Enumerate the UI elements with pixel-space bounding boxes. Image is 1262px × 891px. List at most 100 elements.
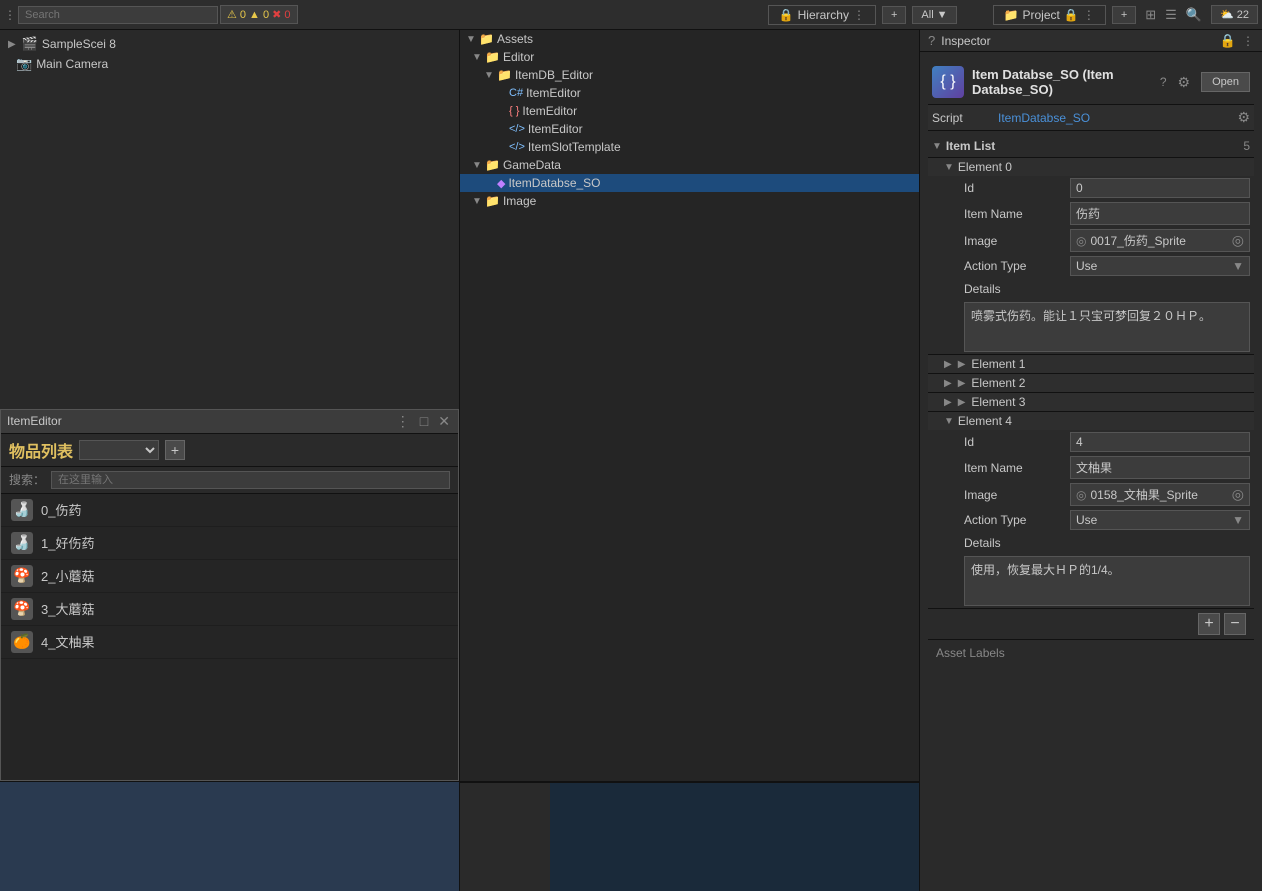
tree-itemdb-editor[interactable]: ▼ 📁 ItemDB_Editor xyxy=(460,66,919,84)
list-item[interactable]: 🍊 4_文柚果 xyxy=(1,626,458,659)
itemdb-folder-icon: 📁 xyxy=(497,68,512,82)
tree-itemeditor-cs3[interactable]: </> ItemEditor xyxy=(460,120,919,138)
editor-label: Editor xyxy=(503,50,534,64)
help-icon: ? xyxy=(928,33,935,48)
asset-title-row: { } Item Databse_SO (Item Databse_SO) ? … xyxy=(928,60,1254,105)
editor-type-dropdown[interactable] xyxy=(79,440,159,460)
element-4-header[interactable]: ▼ Element 4 xyxy=(928,411,1254,430)
hierarchy-tab-dots[interactable]: ⋮ xyxy=(853,8,865,22)
inspector-gear-btn[interactable]: ⚙ xyxy=(1175,74,1194,91)
project-add-btn[interactable]: + xyxy=(1112,6,1136,24)
section-title: Item List xyxy=(946,139,995,153)
element-4-fields: Id 4 Item Name 文柚果 Image ◎ 0158_文柚果_Spri… xyxy=(928,430,1254,606)
element-0-id-row: Id 0 xyxy=(960,176,1254,200)
hierarchy-tab[interactable]: 🔒 Hierarchy ⋮ xyxy=(768,5,876,25)
action-type-label-0: Action Type xyxy=(964,259,1064,273)
asset-labels-section: Asset Labels xyxy=(928,639,1254,666)
details-value-0[interactable]: 喷雾式伤药。能让１只宝可梦回复２０ＨＰ。 xyxy=(964,302,1250,352)
asset-labels-title: Asset Labels xyxy=(936,646,1005,660)
image-field-4: ◎ 0158_文柚果_Sprite ◎ xyxy=(1070,483,1250,506)
tree-gamedata[interactable]: ▼ 📁 GameData xyxy=(460,156,919,174)
itemdb-arrow: ▼ xyxy=(484,70,494,81)
list-item[interactable]: 🍄 3_大蘑菇 xyxy=(1,593,458,626)
element-4-arrow: ▼ xyxy=(944,416,954,427)
error-badge: ⚠ 0 ▲ 0 ✖ 0 xyxy=(220,5,298,24)
inspector-lock-icon[interactable]: 🔒 xyxy=(1220,33,1236,49)
item-name-value-0[interactable]: 伤药 xyxy=(1070,202,1250,225)
element-1-header[interactable]: ▶ ▶ Element 1 xyxy=(928,354,1254,373)
all-dropdown[interactable]: All ▼ xyxy=(912,6,956,24)
tree-image[interactable]: ▼ 📁 Image xyxy=(460,192,919,210)
middle-bottom-right xyxy=(550,783,919,891)
item-4-icon: 🍊 xyxy=(11,631,33,653)
warn-count: ⚠ 0 xyxy=(227,8,246,21)
gamedata-folder-icon: 📁 xyxy=(485,158,500,172)
id-value-4[interactable]: 4 xyxy=(1070,432,1250,452)
item-0-icon: 🍶 xyxy=(11,499,33,521)
image-arrow: ▼ xyxy=(472,196,482,207)
image-field-0: ◎ 0017_伤药_Sprite ◎ xyxy=(1070,229,1250,252)
so-icon: ◆ xyxy=(497,177,505,190)
all-label: All xyxy=(921,9,933,21)
add-element-btn[interactable]: + xyxy=(1198,613,1220,635)
scene-label: SampleScei 8 xyxy=(42,37,116,51)
inspector-help-icon[interactable]: ? xyxy=(1160,75,1167,89)
image-select-btn-4[interactable]: ◎ xyxy=(1232,486,1244,503)
item-list-section-header[interactable]: ▼ Item List 5 xyxy=(928,135,1254,157)
element-2-header[interactable]: ▶ ▶ Element 2 xyxy=(928,373,1254,392)
add-btn[interactable]: + xyxy=(882,6,906,24)
image-target-icon-0: ◎ xyxy=(1076,234,1086,248)
project-list-view-btn[interactable]: ☰ xyxy=(1162,7,1180,23)
details-value-4[interactable]: 使用，恢复最大ＨＰ的1/4。 xyxy=(964,556,1250,606)
tree-itemdatabse-so[interactable]: ◆ ItemDatabse_SO xyxy=(460,174,919,192)
tree-assets[interactable]: ▼ 📁 Assets xyxy=(460,30,919,48)
hierarchy-main-camera[interactable]: 📷 Main Camera xyxy=(0,54,459,74)
image-label-4: Image xyxy=(964,488,1064,502)
action-type-dropdown-0[interactable]: Use ▼ xyxy=(1070,256,1250,276)
window-menu-btn[interactable]: ⋮ xyxy=(394,413,412,430)
tree-itemeditor-cs2[interactable]: { } ItemEditor xyxy=(460,102,919,120)
item-name-value-4[interactable]: 文柚果 xyxy=(1070,456,1250,479)
global-search-input[interactable] xyxy=(18,6,218,24)
script-value[interactable]: ItemDatabse_SO xyxy=(998,111,1231,125)
project-tab-dots[interactable]: ⋮ xyxy=(1083,8,1095,22)
element-4-name-row: Item Name 文柚果 xyxy=(960,454,1254,481)
main-layout: ▶ 🎬 SampleScei 8 📷 Main Camera ItemEdito… xyxy=(0,30,1262,891)
image-label: Image xyxy=(503,194,536,208)
editor-search-input[interactable] xyxy=(51,471,450,489)
list-item[interactable]: 🍶 1_好伤药 xyxy=(1,527,458,560)
image-select-btn-0[interactable]: ◎ xyxy=(1232,232,1244,249)
window-close-btn[interactable]: ✕ xyxy=(436,413,452,430)
menu-dots[interactable]: ⋮ xyxy=(4,8,16,22)
image-value-0: 0017_伤药_Sprite xyxy=(1090,232,1227,249)
tree-itemeditor-cs1[interactable]: C# ItemEditor xyxy=(460,84,919,102)
element-4-image-row: Image ◎ 0158_文柚果_Sprite ◎ xyxy=(960,481,1254,508)
cs3-icon: </> xyxy=(509,123,525,135)
open-btn[interactable]: Open xyxy=(1201,72,1250,92)
tree-editor[interactable]: ▼ 📁 Editor xyxy=(460,48,919,66)
project-tab[interactable]: 📁 Project 🔒 ⋮ xyxy=(993,5,1106,25)
editor-add-item-btn[interactable]: + xyxy=(165,440,185,460)
item-0-label: 0_伤药 xyxy=(41,500,81,519)
scene-area xyxy=(0,781,459,891)
tree-itemslot[interactable]: </> ItemSlotTemplate xyxy=(460,138,919,156)
assets-label: Assets xyxy=(497,32,533,46)
inspector-dots-icon[interactable]: ⋮ xyxy=(1242,34,1254,48)
project-icon-view-btn[interactable]: ⊞ xyxy=(1142,7,1159,23)
cs1-label: ItemEditor xyxy=(526,86,581,100)
assets-arrow: ▼ xyxy=(466,34,476,45)
window-maximize-btn[interactable]: □ xyxy=(418,413,430,429)
element-0-header[interactable]: ▼ Element 0 xyxy=(928,157,1254,176)
hierarchy-samplescene[interactable]: ▶ 🎬 SampleScei 8 xyxy=(0,34,459,54)
id-value[interactable]: 0 xyxy=(1070,178,1250,198)
script-gear-icon[interactable]: ⚙ xyxy=(1237,109,1250,126)
list-item[interactable]: 🍶 0_伤药 xyxy=(1,494,458,527)
list-item[interactable]: 🍄 2_小蘑菇 xyxy=(1,560,458,593)
action-type-dropdown-4[interactable]: Use ▼ xyxy=(1070,510,1250,530)
remove-element-btn[interactable]: − xyxy=(1224,613,1246,635)
section-count: 5 xyxy=(1243,139,1250,153)
hierarchy-lock-icon: 🔒 xyxy=(779,8,794,22)
item-list: 🍶 0_伤药 🍶 1_好伤药 🍄 2_小蘑菇 🍄 3_大蘑菇 🍊 xyxy=(1,494,458,781)
element-3-header[interactable]: ▶ ▶ Element 3 xyxy=(928,392,1254,411)
project-search-btn[interactable]: 🔍 xyxy=(1183,7,1205,23)
